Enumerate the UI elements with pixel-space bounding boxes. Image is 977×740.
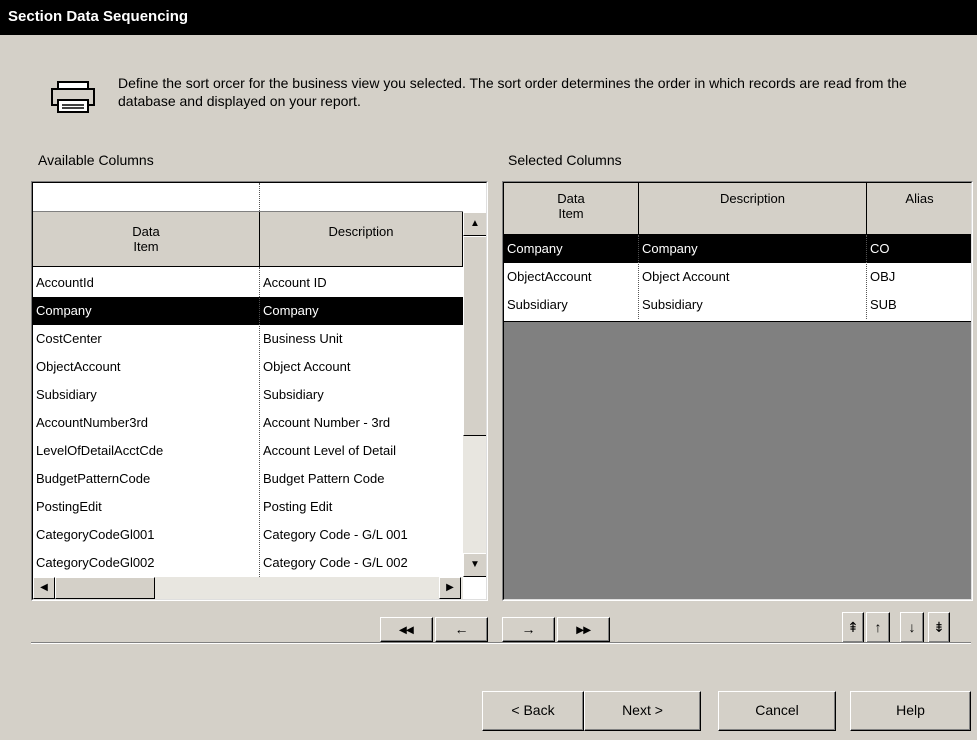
list-item[interactable]: CategoryCodeGl001 Category Code - G/L 001: [33, 521, 463, 549]
cell-data-item: AccountId: [36, 275, 94, 290]
add-button[interactable]: →: [502, 617, 555, 642]
available-columns-grid: Data Item Description AccountId Account I…: [31, 181, 488, 601]
cell-data-item: BudgetPatternCode: [36, 471, 151, 486]
header-alias[interactable]: Alias: [867, 183, 971, 235]
cell-data-item: Subsidiary: [507, 297, 568, 312]
list-item[interactable]: ObjectAccount Object Account OBJ: [504, 263, 971, 291]
cell-alias: CO: [867, 235, 971, 263]
header-data-item[interactable]: Data Item: [33, 212, 260, 267]
column-divider: [638, 235, 639, 319]
list-item[interactable]: Company Company CO: [504, 235, 971, 263]
horizontal-scrollbar[interactable]: ◀ ▶: [33, 577, 463, 599]
cell-description: Category Code - G/L 001: [263, 527, 408, 542]
dialog-title-bar: Section Data Sequencing: [0, 0, 977, 35]
header-description[interactable]: Description: [260, 212, 463, 267]
cell-alias: SUB: [870, 297, 897, 312]
move-top-button[interactable]: ⇞: [842, 612, 864, 643]
cell-data-item: CategoryCodeGl002: [36, 555, 155, 570]
cell-data-item: Company: [33, 297, 260, 325]
selected-columns-label: Selected Columns: [508, 152, 622, 168]
list-item[interactable]: PostingEdit Posting Edit: [33, 493, 463, 521]
list-item[interactable]: AccountId Account ID: [33, 269, 463, 297]
next-button[interactable]: Next >: [584, 691, 701, 731]
vertical-scrollbar[interactable]: ▲ ▼: [463, 212, 486, 577]
cell-description: Account Number - 3rd: [263, 415, 391, 430]
cell-description: Posting Edit: [263, 499, 333, 514]
filter-divider: [259, 183, 260, 211]
dialog-title: Section Data Sequencing: [8, 8, 189, 25]
remove-button[interactable]: ←: [435, 617, 488, 642]
move-down-button[interactable]: ↓: [900, 612, 924, 643]
scroll-up-button[interactable]: ▲: [463, 212, 486, 236]
selected-columns-grid: Data Item Description Alias Company Compa…: [502, 181, 973, 601]
cell-alias: OBJ: [870, 269, 896, 284]
scroll-down-button[interactable]: ▼: [463, 553, 486, 577]
cell-data-item: LevelOfDetailAcctCde: [36, 443, 164, 458]
list-item[interactable]: Subsidiary Subsidiary: [33, 381, 463, 409]
scroll-thumb[interactable]: [463, 236, 486, 436]
cell-description: Object Account: [263, 359, 351, 374]
cell-data-item: CategoryCodeGl001: [36, 527, 155, 542]
cell-data-item: AccountNumber3rd: [36, 415, 148, 430]
cell-data-item: CostCenter: [36, 331, 102, 346]
cell-data-item: PostingEdit: [36, 499, 102, 514]
list-item[interactable]: ObjectAccount Object Account: [33, 353, 463, 381]
list-item[interactable]: CategoryCodeGl002 Category Code - G/L 002: [33, 549, 463, 577]
scroll-right-button[interactable]: ▶: [439, 577, 461, 599]
cell-description: Subsidiary: [642, 297, 703, 312]
separator: [31, 642, 971, 644]
scroll-left-button[interactable]: ◀: [33, 577, 55, 599]
list-item[interactable]: CostCenter Business Unit: [33, 325, 463, 353]
move-bottom-button[interactable]: ⇟: [928, 612, 950, 643]
printer-icon: [51, 81, 95, 113]
available-columns-label: Available Columns: [38, 152, 154, 168]
help-button[interactable]: Help: [850, 691, 971, 731]
list-item[interactable]: Subsidiary Subsidiary SUB: [504, 291, 971, 319]
cell-data-item: ObjectAccount: [36, 359, 121, 374]
intro-text: Define the sort orcer for the business v…: [118, 75, 907, 109]
cell-description: Company: [639, 235, 867, 263]
cell-description: Category Code - G/L 002: [263, 555, 408, 570]
cell-description: Account Level of Detail: [263, 443, 396, 458]
filter-row[interactable]: [33, 183, 463, 212]
list-item[interactable]: BudgetPatternCode Budget Pattern Code: [33, 465, 463, 493]
cell-description: Account ID: [263, 275, 327, 290]
list-item[interactable]: Company Company: [33, 297, 463, 325]
cell-data-item: ObjectAccount: [507, 269, 592, 284]
back-button[interactable]: < Back: [482, 691, 584, 731]
remove-all-button[interactable]: ◂◂: [380, 617, 433, 642]
column-divider: [866, 235, 867, 319]
header-description[interactable]: Description: [639, 183, 867, 235]
cell-description: Budget Pattern Code: [263, 471, 385, 486]
add-all-button[interactable]: ▸▸: [557, 617, 610, 642]
cell-description: Subsidiary: [263, 387, 324, 402]
cell-description: Business Unit: [263, 331, 343, 346]
header-data-item[interactable]: Data Item: [504, 183, 639, 235]
move-up-button[interactable]: ↑: [866, 612, 890, 643]
cancel-button[interactable]: Cancel: [718, 691, 836, 731]
column-divider: [259, 267, 260, 577]
cell-data-item: Company: [504, 235, 639, 263]
list-item[interactable]: AccountNumber3rd Account Number - 3rd: [33, 409, 463, 437]
list-item[interactable]: LevelOfDetailAcctCde Account Level of Det…: [33, 437, 463, 465]
cell-description: Company: [260, 297, 463, 325]
cell-description: Object Account: [642, 269, 730, 284]
cell-data-item: Subsidiary: [36, 387, 97, 402]
hscroll-thumb[interactable]: [55, 577, 155, 599]
